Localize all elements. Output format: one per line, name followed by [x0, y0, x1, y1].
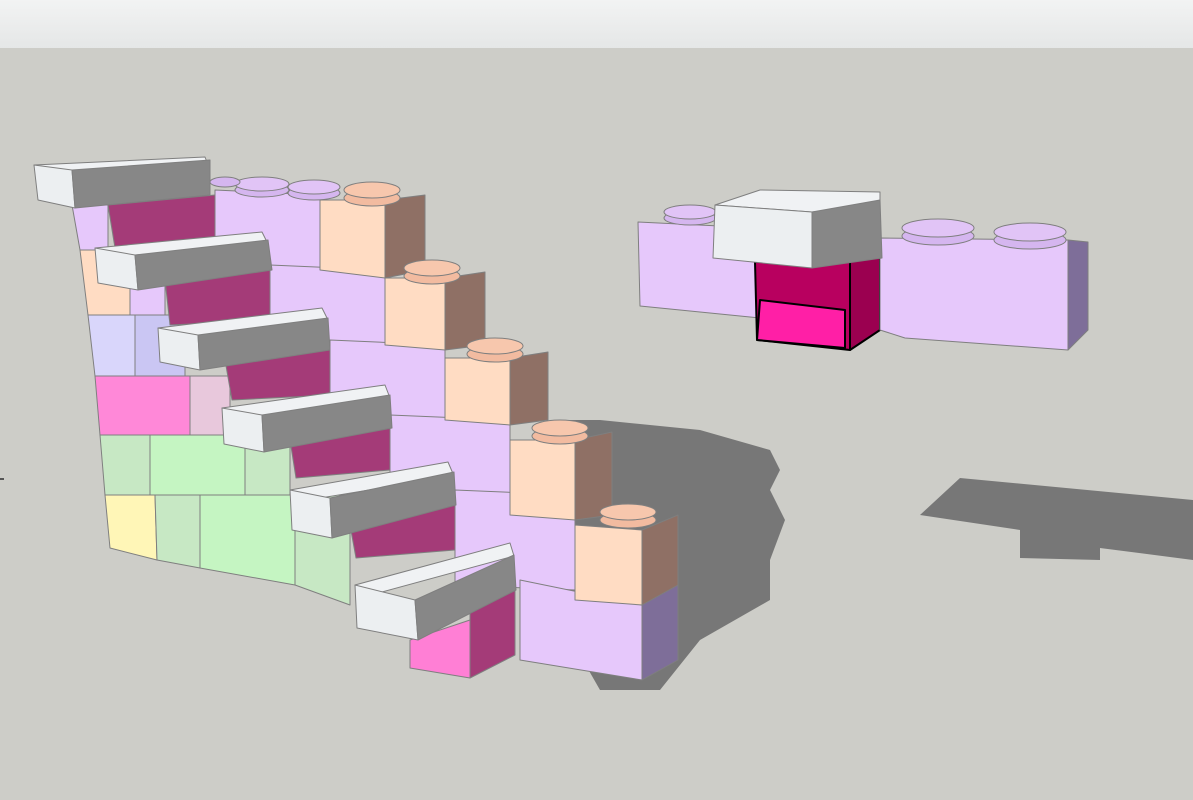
- right-lavender-brick: [879, 237, 1069, 351]
- model-scene[interactable]: [0, 0, 1193, 800]
- floating-bricks-shadow: [920, 478, 1193, 560]
- floating-brick-assembly[interactable]: [637, 189, 1089, 351]
- white-top-brick: [712, 189, 883, 269]
